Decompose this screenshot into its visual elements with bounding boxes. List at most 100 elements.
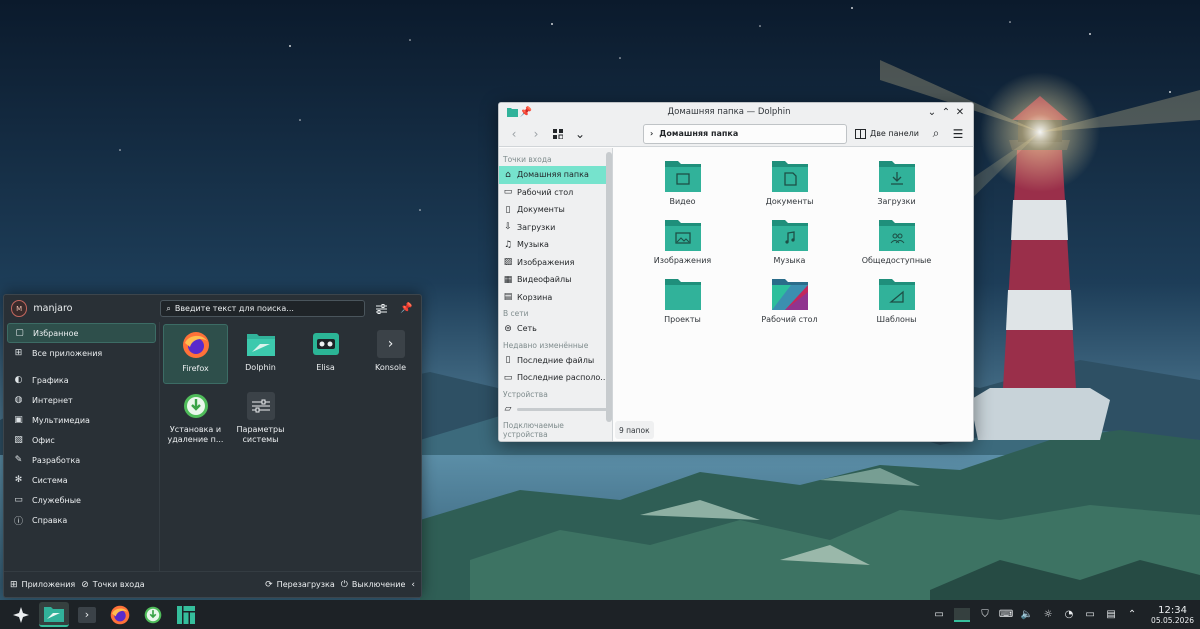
- places-item-trash[interactable]: ▤ Корзина: [499, 289, 612, 307]
- favorites-grid: Firefox Dolphin Elisa › Konsole Установк…: [160, 324, 421, 571]
- application-launcher[interactable]: M manjaro ⌕ Введите текст для поиска... …: [3, 294, 422, 598]
- folder-item[interactable]: Шаблоны: [843, 276, 950, 335]
- pin-icon[interactable]: 📌: [399, 301, 414, 317]
- places-item-documents[interactable]: ▯ Документы: [499, 201, 612, 219]
- disks-icon[interactable]: ◔: [1063, 609, 1075, 621]
- reboot-button[interactable]: ⟳ Перезагрузка: [265, 580, 335, 590]
- graphics-icon: ◐: [14, 375, 23, 385]
- reboot-icon: ⟳: [265, 579, 273, 590]
- maximize-icon[interactable]: ⌃: [939, 105, 953, 119]
- category-all-apps[interactable]: ⊞ Все приложения: [7, 343, 156, 363]
- keyboard-icon[interactable]: ⌨: [999, 609, 1013, 621]
- digital-clock[interactable]: 12:34 05.05.2026: [1151, 605, 1194, 625]
- app-elisa[interactable]: Elisa: [293, 324, 358, 384]
- folder-item[interactable]: Общедоступные: [843, 217, 950, 276]
- places-item-label: Сеть: [517, 324, 537, 334]
- tray-expand-icon[interactable]: ⌃: [1126, 609, 1138, 621]
- places-item-downloads[interactable]: ⇩ Загрузки: [499, 219, 612, 237]
- search-icon[interactable]: ⌕: [927, 125, 945, 143]
- app-dolphin[interactable]: Dolphin: [228, 324, 293, 384]
- places-header-removable: Подключаемые устройства: [503, 421, 564, 439]
- category-multimedia[interactable]: ▣ Мультимедиа: [7, 410, 156, 430]
- folder-item[interactable]: Проекты: [629, 276, 736, 335]
- category-graphics[interactable]: ◐ Графика: [7, 370, 156, 390]
- category-office[interactable]: ▧ Офис: [7, 430, 156, 450]
- search-input[interactable]: ⌕ Введите текст для поиска...: [160, 300, 366, 317]
- breadcrumb-home[interactable]: Домашняя папка: [659, 129, 738, 138]
- category-internet[interactable]: ◍ Интернет: [7, 390, 156, 410]
- places-item-recent-locations[interactable]: ▭ Последние располо...: [499, 369, 612, 387]
- category-development[interactable]: ✎ Разработка: [7, 450, 156, 470]
- pager-icon[interactable]: [954, 607, 971, 622]
- pin-icon[interactable]: 📌: [519, 105, 533, 119]
- places-item-recent-files[interactable]: ▯ Последние файлы: [499, 352, 612, 370]
- window-titlebar[interactable]: 📌 Домашняя папка — Dolphin ⌄ ⌃ ✕: [499, 103, 973, 121]
- wrench-icon: ✎: [14, 455, 23, 465]
- app-package-manager[interactable]: Установка и удаление п...: [163, 386, 228, 446]
- location-bar[interactable]: › Домашняя папка: [643, 123, 847, 144]
- configure-icon[interactable]: [374, 301, 389, 317]
- shield-icon[interactable]: ⛉: [979, 609, 991, 621]
- chevron-left-icon: ‹: [411, 579, 415, 590]
- back-icon[interactable]: ‹: [505, 125, 523, 143]
- desktop-icon: ▭: [503, 187, 513, 198]
- category-utilities[interactable]: ▭ Служебные: [7, 490, 156, 510]
- app-firefox[interactable]: Firefox: [163, 324, 228, 384]
- task-firefox[interactable]: [105, 602, 135, 627]
- places-item-music[interactable]: ♫ Музыка: [499, 236, 612, 254]
- folder-label: Проекты: [664, 315, 701, 324]
- task-package-manager[interactable]: [138, 602, 168, 627]
- app-system-settings[interactable]: Параметры системы: [228, 386, 293, 446]
- dolphin-app-icon: [505, 105, 519, 119]
- category-label: Все приложения: [32, 348, 103, 358]
- forward-icon[interactable]: ›: [527, 125, 545, 143]
- task-manjaro[interactable]: [171, 602, 201, 627]
- tab-applications[interactable]: ⊞ Приложения: [10, 580, 75, 590]
- launcher-button[interactable]: [6, 602, 36, 627]
- leave-options-button[interactable]: ‹: [411, 580, 415, 590]
- places-item-device[interactable]: ▱: [499, 401, 612, 419]
- view-mode-icon[interactable]: [549, 125, 567, 143]
- network-icon[interactable]: ▭: [1084, 609, 1096, 621]
- avatar[interactable]: M: [11, 300, 28, 317]
- taskbar-panel: › ▭ ⛉ ⌨ 🔈 ☼ ◔ ▭ ▤ ⌃ 12:34 05.05.2026: [0, 600, 1200, 629]
- folder-item[interactable]: Документы: [736, 158, 843, 217]
- hamburger-menu-icon[interactable]: ☰: [949, 125, 967, 143]
- volume-icon[interactable]: 🔈: [1021, 609, 1033, 621]
- folder-item[interactable]: Загрузки: [843, 158, 950, 217]
- brightness-icon[interactable]: ☼: [1042, 609, 1054, 621]
- task-dolphin[interactable]: [39, 602, 69, 627]
- folder-item[interactable]: Видео: [629, 158, 736, 217]
- places-item-network[interactable]: ⊜ Сеть: [499, 320, 612, 338]
- places-item-home[interactable]: ⌂ Домашняя папка: [499, 166, 612, 184]
- search-icon: ⌕: [166, 303, 171, 313]
- split-view-button[interactable]: Две панели: [851, 128, 923, 139]
- places-item-desktop[interactable]: ▭ Рабочий стол: [499, 184, 612, 202]
- places-item-label: Видеофайлы: [517, 275, 572, 285]
- show-desktop-icon[interactable]: ▭: [933, 609, 945, 621]
- music-folder-icon: [771, 220, 808, 251]
- file-view[interactable]: Видео Документы Загрузки Изображения Музыка О…: [613, 148, 973, 441]
- clock-time: 12:34: [1158, 604, 1187, 616]
- folder-item[interactable]: Изображения: [629, 217, 736, 276]
- settings-icon: [246, 392, 275, 420]
- clipboard-icon[interactable]: ▤: [1105, 609, 1117, 621]
- shutdown-button[interactable]: ⏻ Выключение: [341, 580, 406, 590]
- close-icon[interactable]: ✕: [953, 105, 967, 119]
- category-system[interactable]: ✻ Система: [7, 470, 156, 490]
- folder-item[interactable]: Рабочий стол: [736, 276, 843, 335]
- app-konsole[interactable]: › Konsole: [358, 324, 423, 384]
- folder-item[interactable]: Музыка: [736, 217, 843, 276]
- task-konsole[interactable]: ›: [72, 602, 102, 627]
- category-help[interactable]: ⓘ Справка: [7, 510, 156, 530]
- places-item-videos[interactable]: ▦ Видеофайлы: [499, 271, 612, 289]
- tab-places[interactable]: ⊘ Точки входа: [81, 580, 144, 590]
- dolphin-window[interactable]: 📌 Домашняя папка — Dolphin ⌄ ⌃ ✕ ‹ › ⌄ ›…: [498, 102, 974, 442]
- places-scrollbar[interactable]: [606, 152, 612, 422]
- chevron-down-icon[interactable]: ⌄: [571, 125, 589, 143]
- multimedia-icon: ▣: [14, 415, 23, 425]
- category-favorites[interactable]: ▢ Избранное: [7, 323, 156, 343]
- places-item-label: Загрузки: [517, 222, 556, 232]
- minimize-icon[interactable]: ⌄: [925, 105, 939, 119]
- places-item-pictures[interactable]: ▨ Изображения: [499, 254, 612, 272]
